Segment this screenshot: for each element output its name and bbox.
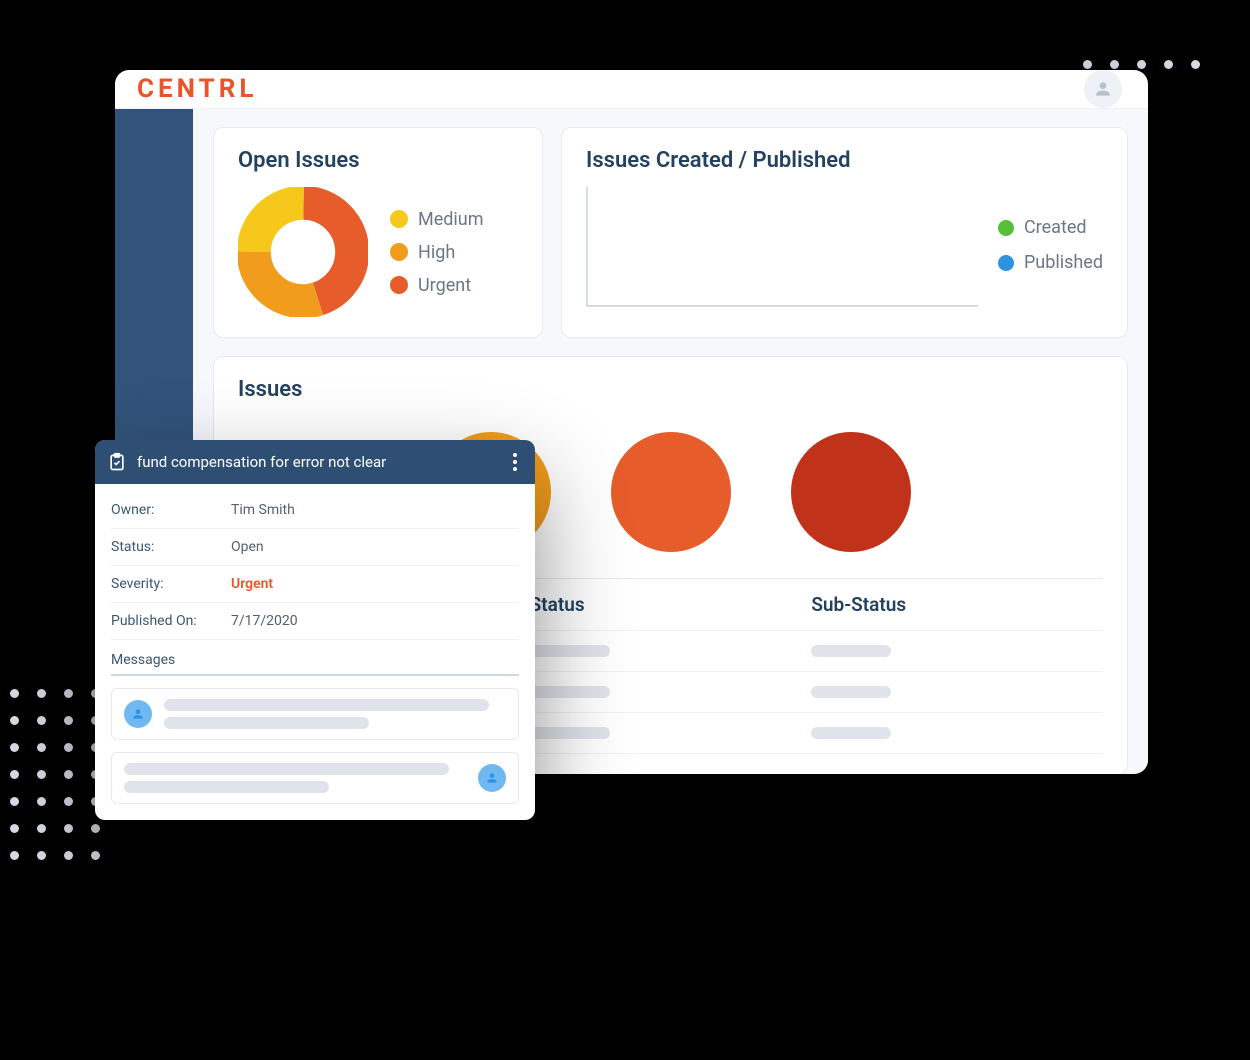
legend-label: High <box>418 242 455 263</box>
clipboard-check-icon <box>107 452 127 472</box>
issues-title: Issues <box>238 377 1103 402</box>
field-published-on: Published On: 7/17/2020 <box>111 603 519 640</box>
field-label: Severity: <box>111 576 231 592</box>
issue-detail-header: fund compensation for error not clear <box>95 440 535 484</box>
field-label: Owner: <box>111 502 231 518</box>
status-circle-3 <box>791 432 911 552</box>
legend-high: High <box>390 242 484 263</box>
legend-medium: Medium <box>390 209 484 230</box>
field-value: Urgent <box>231 576 519 592</box>
field-value: Open <box>231 539 519 555</box>
field-label: Published On: <box>111 613 231 629</box>
field-value: 7/17/2020 <box>231 613 519 629</box>
legend-created: Created <box>998 217 1103 238</box>
decor-dots-top-right <box>1083 60 1200 69</box>
issue-detail-popover: fund compensation for error not clear Ow… <box>95 440 535 820</box>
message-avatar <box>124 700 152 728</box>
legend-dot-medium <box>390 210 408 228</box>
field-value: Tim Smith <box>231 502 519 518</box>
open-issues-legend: Medium High Urgent <box>390 209 484 296</box>
user-icon <box>1093 79 1113 99</box>
user-icon <box>485 771 499 785</box>
legend-label: Urgent <box>418 275 471 296</box>
open-issues-donut-chart <box>238 187 368 317</box>
messages-section-label: Messages <box>111 640 519 676</box>
created-published-title: Issues Created / Published <box>586 148 1103 173</box>
open-issues-card: Open Issues <box>213 127 543 338</box>
legend-urgent: Urgent <box>390 275 484 296</box>
message-body-placeholder <box>164 699 506 729</box>
cell-placeholder <box>530 727 610 739</box>
more-options-button[interactable] <box>507 447 523 477</box>
legend-label: Published <box>1024 252 1103 273</box>
user-avatar-button[interactable] <box>1084 70 1122 108</box>
field-label: Status: <box>111 539 231 555</box>
app-header: CENTRL <box>115 70 1148 109</box>
decor-dots-bottom-left <box>10 689 100 860</box>
message-avatar <box>478 764 506 792</box>
status-circle-2 <box>611 432 731 552</box>
legend-dot-published <box>998 255 1014 271</box>
field-owner: Owner: Tim Smith <box>111 492 519 529</box>
message-item[interactable] <box>111 752 519 804</box>
legend-dot-created <box>998 220 1014 236</box>
cell-placeholder <box>530 686 610 698</box>
legend-published: Published <box>998 252 1103 273</box>
legend-dot-high <box>390 243 408 261</box>
message-item[interactable] <box>111 688 519 740</box>
cell-placeholder <box>811 727 891 739</box>
cell-placeholder <box>811 686 891 698</box>
legend-dot-urgent <box>390 276 408 294</box>
brand-logo: CENTRL <box>137 74 257 104</box>
issue-detail-title: fund compensation for error not clear <box>137 453 497 471</box>
message-body-placeholder <box>124 763 466 793</box>
field-status: Status: Open <box>111 529 519 566</box>
issue-detail-body: Owner: Tim Smith Status: Open Severity: … <box>95 484 535 820</box>
field-severity: Severity: Urgent <box>111 566 519 603</box>
created-published-bar-chart <box>586 187 978 307</box>
legend-label: Medium <box>418 209 484 230</box>
created-published-card: Issues Created / Published Created Publi… <box>561 127 1128 338</box>
legend-label: Created <box>1024 217 1087 238</box>
open-issues-title: Open Issues <box>238 148 518 173</box>
col-status: Status <box>530 593 812 616</box>
user-icon <box>131 707 145 721</box>
cell-placeholder <box>811 645 891 657</box>
col-sub-status: Sub-Status <box>811 593 1093 616</box>
cell-placeholder <box>530 645 610 657</box>
created-published-legend: Created Published <box>998 217 1103 307</box>
